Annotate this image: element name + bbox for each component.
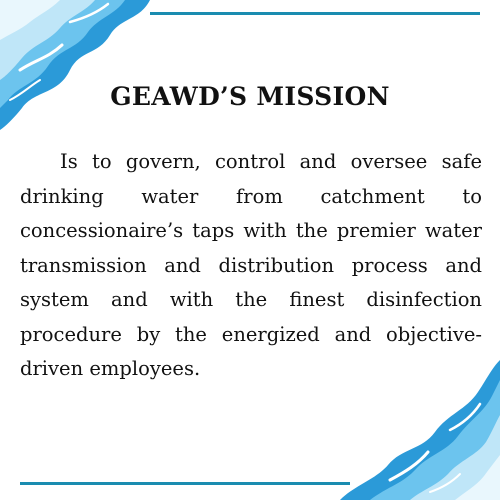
bottom-accent-line: [20, 482, 350, 485]
top-accent-line: [150, 12, 480, 15]
page-title: GEAWD’S MISSION: [110, 82, 390, 111]
mission-card: GEAWD’S MISSION Is to govern, control an…: [0, 0, 500, 500]
mission-paragraph: Is to govern, control and oversee safe d…: [20, 150, 482, 380]
water-splash-bottom-right: [340, 360, 500, 500]
